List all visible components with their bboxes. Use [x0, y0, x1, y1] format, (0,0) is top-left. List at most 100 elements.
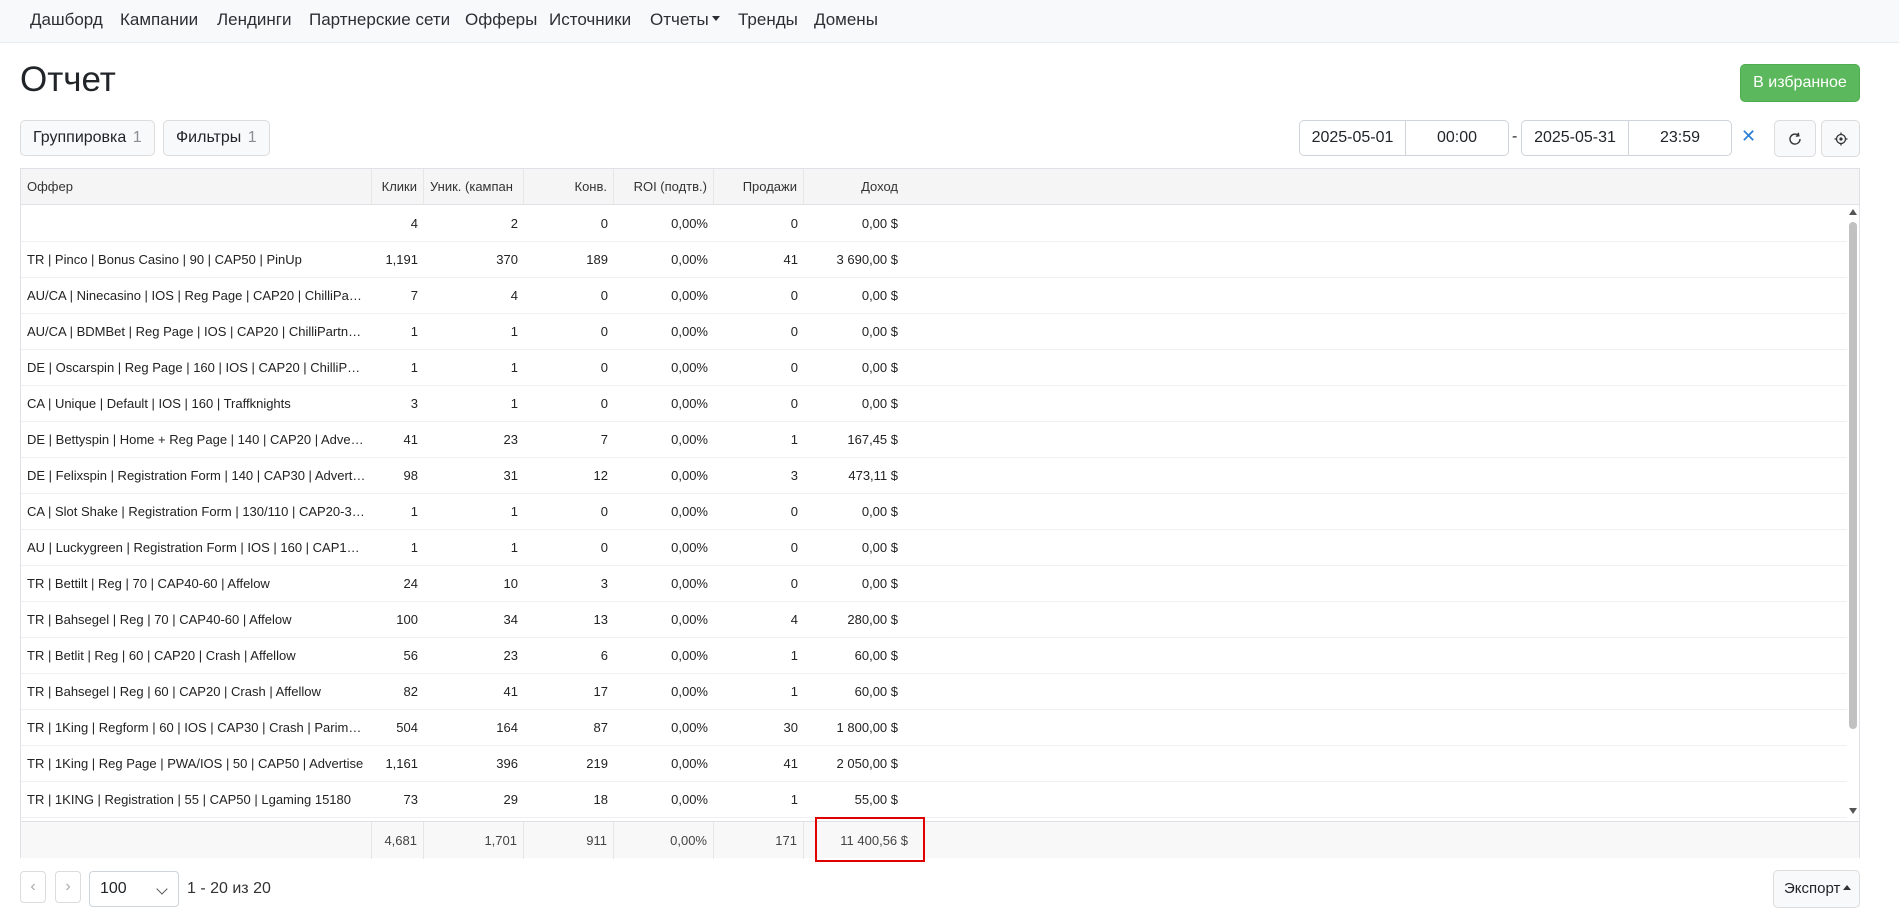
- cell-clicks: 1: [410, 504, 418, 519]
- table-row[interactable]: 4 2 0 0,00% 0 0,00 $: [21, 206, 1847, 242]
- table-row[interactable]: AU | Luckygreen | Registration Form | IO…: [21, 530, 1847, 566]
- column-header-revenue[interactable]: Доход: [804, 169, 904, 205]
- date-to-input[interactable]: 2025-05-31: [1522, 121, 1628, 155]
- total-conversions: 911: [524, 822, 614, 859]
- clear-dates-button[interactable]: ✕: [1741, 126, 1756, 147]
- column-header-roi[interactable]: ROI (подтв.): [614, 169, 714, 205]
- cell-clicks: 504: [396, 720, 418, 735]
- table-row[interactable]: TR | Betlit | Reg | 60 | CAP20 | Crash |…: [21, 638, 1847, 674]
- table-row[interactable]: TR | Bahsegel | Reg | 60 | CAP20 | Crash…: [21, 674, 1847, 710]
- cell-offer: AU/CA | BDMBet | Reg Page | IOS | CAP20 …: [27, 324, 367, 339]
- cell-revenue: 0,00 $: [861, 324, 898, 339]
- next-page-button[interactable]: ›: [55, 871, 81, 903]
- cell-roi: 0,00%: [671, 360, 708, 375]
- table-row[interactable]: CA | Unique | Default | IOS | 160 | Traf…: [21, 386, 1847, 422]
- grouping-button[interactable]: Группировка 1: [20, 120, 155, 156]
- per-page-value: 100: [100, 880, 127, 897]
- total-clicks: 4,681: [372, 822, 424, 859]
- cell-conversions: 0: [600, 504, 608, 519]
- cell-clicks: 1,191: [385, 252, 418, 267]
- table-row[interactable]: TR | Bahsegel | Reg | 70 | CAP40-60 | Af…: [21, 602, 1847, 638]
- table-row[interactable]: DE | Bettyspin | Home + Reg Page | 140 |…: [21, 422, 1847, 458]
- table-row[interactable]: AU/CA | BDMBet | Reg Page | IOS | CAP20 …: [21, 314, 1847, 350]
- add-to-favorites-button[interactable]: В избранное: [1740, 64, 1860, 102]
- cell-roi: 0,00%: [671, 576, 708, 591]
- nav-campaigns[interactable]: Кампании: [120, 10, 198, 30]
- cell-revenue: 0,00 $: [861, 288, 898, 303]
- chevron-down-icon: [711, 16, 720, 22]
- cell-conversions: 17: [593, 684, 608, 699]
- cell-sales: 0: [790, 540, 798, 555]
- total-sales: 171: [714, 822, 804, 859]
- cell-unique: 34: [503, 612, 518, 627]
- table-row[interactable]: AU/CA | Ninecasino | IOS | Reg Page | CA…: [21, 278, 1847, 314]
- cell-unique: 29: [503, 792, 518, 807]
- nav-domains[interactable]: Домены: [814, 10, 878, 30]
- column-header-conversions[interactable]: Конв.: [524, 169, 614, 205]
- table-row[interactable]: DE | Oscarspin | Reg Page | 160 | IOS | …: [21, 350, 1847, 386]
- cell-offer: [21, 206, 372, 242]
- time-from-input[interactable]: 00:00: [1405, 121, 1508, 155]
- column-header-clicks[interactable]: Клики: [372, 169, 424, 205]
- pagination-info: 1 - 20 из 20: [187, 880, 271, 897]
- table-row[interactable]: TR | 1KING | Registration | 55 | CAP50 |…: [21, 782, 1847, 818]
- cell-unique: 1: [510, 504, 518, 519]
- prev-page-button[interactable]: ‹: [20, 871, 46, 903]
- table-row[interactable]: CA | Slot Shake | Registration Form | 13…: [21, 494, 1847, 530]
- cell-revenue: 0,00 $: [861, 576, 898, 591]
- settings-icon: [1834, 132, 1847, 145]
- filters-button[interactable]: Фильтры 1: [163, 120, 270, 156]
- time-to-input[interactable]: 23:59: [1628, 121, 1731, 155]
- cell-sales: 0: [790, 396, 798, 411]
- cell-unique: 41: [503, 684, 518, 699]
- scroll-up-arrow-icon[interactable]: [1849, 209, 1857, 215]
- cell-unique: 2: [510, 216, 518, 231]
- date-to-group: 2025-05-31 23:59: [1521, 120, 1732, 156]
- cell-roi: 0,00%: [671, 216, 708, 231]
- vertical-scrollbar[interactable]: [1847, 206, 1859, 818]
- top-navbar: Дашборд Кампании Лендинги Партнерские се…: [0, 0, 1899, 43]
- nav-reports[interactable]: Отчеты: [650, 10, 720, 30]
- cell-sales: 0: [790, 360, 798, 375]
- cell-roi: 0,00%: [671, 612, 708, 627]
- cell-clicks: 41: [403, 432, 418, 447]
- nav-dashboard[interactable]: Дашборд: [30, 10, 103, 30]
- cell-revenue: 0,00 $: [861, 396, 898, 411]
- export-button[interactable]: Экспорт: [1773, 870, 1860, 908]
- cell-revenue: 3 690,00 $: [836, 252, 898, 267]
- page-title: Отчет: [20, 60, 116, 99]
- cell-unique: 396: [496, 756, 518, 771]
- table-row[interactable]: DE | Felixspin | Registration Form | 140…: [21, 458, 1847, 494]
- per-page-select[interactable]: 100: [89, 871, 179, 907]
- column-header-unique[interactable]: Уник. (кампан: [424, 169, 524, 205]
- cell-roi: 0,00%: [671, 756, 708, 771]
- table-row[interactable]: TR | 1King | Reg Page | PWA/IOS | 50 | C…: [21, 746, 1847, 782]
- cell-revenue: 0,00 $: [861, 216, 898, 231]
- settings-button[interactable]: [1821, 120, 1860, 157]
- cell-conversions: 13: [593, 612, 608, 627]
- nav-trends[interactable]: Тренды: [738, 10, 798, 30]
- cell-revenue: 60,00 $: [854, 684, 898, 699]
- table-row[interactable]: TR | 1King | Regform | 60 | IOS | CAP30 …: [21, 710, 1847, 746]
- cell-sales: 1: [790, 648, 798, 663]
- scrollbar-thumb[interactable]: [1849, 222, 1857, 729]
- column-header-sales[interactable]: Продажи: [714, 169, 804, 205]
- scroll-down-arrow-icon[interactable]: [1849, 808, 1857, 814]
- cell-unique: 4: [510, 288, 518, 303]
- table-row[interactable]: TR | Pinco | Bonus Casino | 90 | CAP50 |…: [21, 242, 1847, 278]
- table-row[interactable]: TR | Bettilt | Reg | 70 | CAP40-60 | Aff…: [21, 566, 1847, 602]
- table-header: Оффер Клики Уник. (кампан Конв. ROI (под…: [21, 169, 1859, 205]
- total-offer: [21, 822, 372, 859]
- cell-unique: 370: [496, 252, 518, 267]
- date-from-input[interactable]: 2025-05-01: [1300, 121, 1405, 155]
- column-header-offer[interactable]: Оффер: [21, 169, 372, 205]
- nav-offers[interactable]: Офферы: [465, 10, 537, 30]
- refresh-button[interactable]: [1774, 120, 1816, 157]
- cell-offer: TR | Bettilt | Reg | 70 | CAP40-60 | Aff…: [27, 576, 270, 591]
- nav-landings[interactable]: Лендинги: [217, 10, 292, 30]
- cell-offer: TR | Pinco | Bonus Casino | 90 | CAP50 |…: [27, 252, 302, 267]
- cell-revenue: 55,00 $: [854, 792, 898, 807]
- nav-affiliate-networks[interactable]: Партнерские сети: [309, 10, 450, 30]
- nav-sources[interactable]: Источники: [549, 10, 631, 30]
- cell-conversions: 18: [593, 792, 608, 807]
